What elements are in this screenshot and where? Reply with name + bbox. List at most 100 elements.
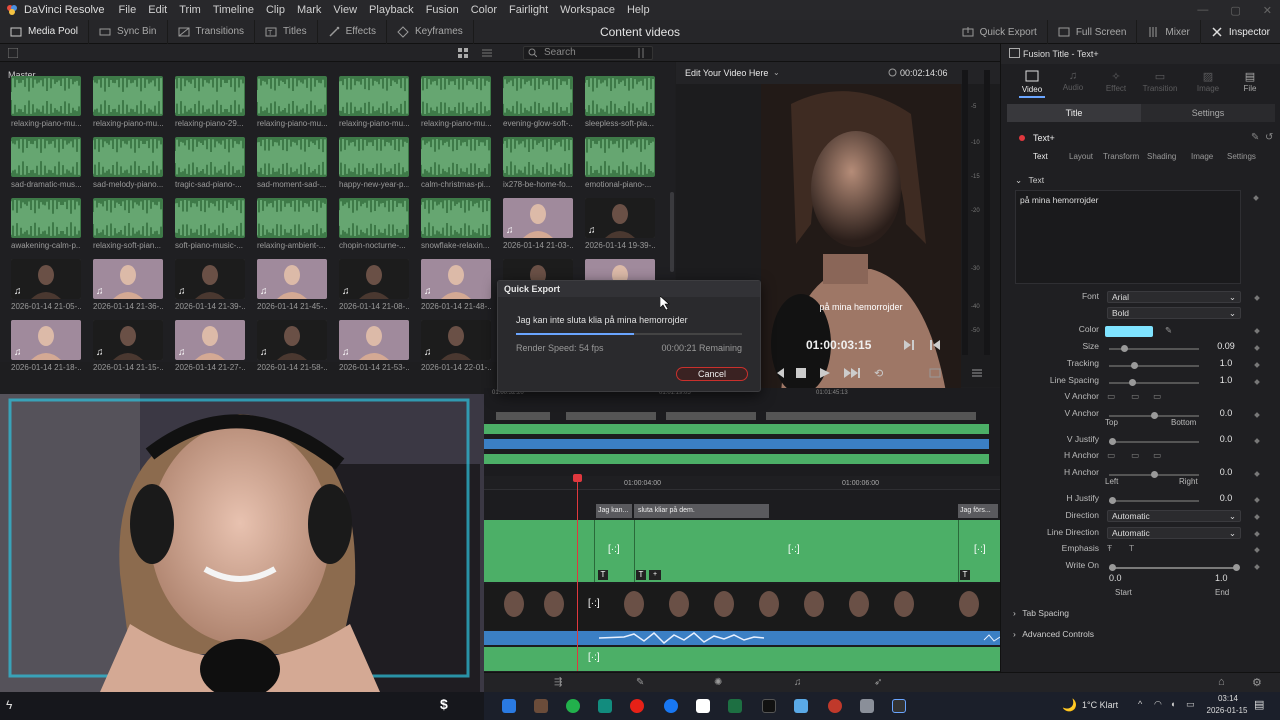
- video-clip[interactable]: ♫ 2026-01-14 21-27-...: [175, 320, 245, 372]
- tab-effect[interactable]: ✧ Effect: [1103, 70, 1129, 93]
- line-direction-dropdown[interactable]: Automatic ⌄: [1107, 527, 1241, 539]
- settings-gear-icon[interactable]: ⚙: [1252, 676, 1262, 689]
- keyframe-diamond-icon[interactable]: [1254, 412, 1260, 418]
- inspector-layout-icon[interactable]: [1009, 48, 1020, 58]
- menu-file[interactable]: File: [119, 4, 137, 16]
- audio-clip[interactable]: relaxing-soft-pian...: [93, 198, 163, 250]
- cancel-button[interactable]: Cancel: [676, 367, 748, 381]
- size-knob[interactable]: [1121, 345, 1128, 352]
- media-pool-scrollbar[interactable]: [670, 192, 674, 272]
- text-section-header[interactable]: ⌄ Text: [1015, 175, 1044, 186]
- video-clip[interactable]: ♫ 2026-01-14 21-45-...: [257, 259, 327, 311]
- edit-page-icon[interactable]: ✎: [636, 677, 644, 688]
- menu-fusion[interactable]: Fusion: [426, 4, 459, 16]
- play-icon[interactable]: [820, 368, 830, 378]
- align-center-icon[interactable]: ▭: [1131, 450, 1139, 461]
- music-track[interactable]: [·:]: [484, 647, 1000, 671]
- sort-icon[interactable]: [636, 48, 646, 58]
- align-left-icon[interactable]: ▭: [1107, 450, 1115, 461]
- transitions-button[interactable]: Transitions: [168, 19, 256, 44]
- video-clip[interactable]: ♫ 2026-01-14 21-18-...: [11, 320, 81, 372]
- audio-track[interactable]: [484, 631, 1000, 645]
- fairlight-page-icon[interactable]: ♫: [794, 677, 802, 688]
- h-justify-knob[interactable]: [1109, 497, 1116, 504]
- skip-next-icon[interactable]: [904, 340, 914, 350]
- text-input[interactable]: på mina hemorrojder: [1015, 190, 1241, 284]
- audio-clip[interactable]: relaxing-piano-29...: [175, 76, 245, 128]
- h-justify-value[interactable]: 0.0: [1211, 493, 1241, 503]
- video-clip[interactable]: ♫ 2026-01-14 21-05-...: [11, 259, 81, 311]
- audio-clip[interactable]: ix278-be-home-fo...: [503, 137, 573, 189]
- keyframe-diamond-icon[interactable]: [1254, 362, 1260, 368]
- audio-clip[interactable]: sleepless-soft-pia...: [585, 76, 655, 128]
- mini-clip[interactable]: [666, 412, 756, 420]
- write-on-range[interactable]: [1109, 564, 1240, 571]
- v-justify-slider[interactable]: [1109, 438, 1199, 445]
- effects-button[interactable]: Effects: [318, 19, 387, 44]
- write-on-start-knob[interactable]: [1109, 564, 1116, 571]
- h-anchor-value[interactable]: 0.0: [1211, 467, 1241, 477]
- audio-clip[interactable]: sad-dramatic-mus...: [11, 137, 81, 189]
- viewer-title[interactable]: Edit Your Video Here: [685, 68, 768, 78]
- edge-browser-icon[interactable]: [502, 699, 516, 713]
- tracking-value[interactable]: 1.0: [1211, 358, 1241, 368]
- audio-clip[interactable]: calm-christmas-pi...: [421, 137, 491, 189]
- strikethrough-icon[interactable]: Ŧ: [1107, 543, 1112, 553]
- subtitle-clip[interactable]: sluta kliar på dem.: [634, 504, 769, 518]
- keyframe-diamond-icon[interactable]: [1253, 195, 1259, 201]
- mini-track-video[interactable]: [484, 424, 989, 434]
- app-gray-icon[interactable]: [860, 699, 874, 713]
- speaker-icon[interactable]: ◖: [1170, 699, 1175, 709]
- tracking-knob[interactable]: [1131, 362, 1138, 369]
- align-bottom-icon[interactable]: ▭: [1153, 391, 1161, 402]
- menu-playback[interactable]: Playback: [369, 4, 414, 16]
- line-spacing-knob[interactable]: [1129, 379, 1136, 386]
- panel-toggle-icon[interactable]: [8, 48, 18, 58]
- maximize-icon[interactable]: ▢: [1230, 4, 1240, 17]
- menu-color[interactable]: Color: [471, 4, 497, 16]
- underline-icon[interactable]: T: [1129, 543, 1134, 553]
- record-app-icon[interactable]: [828, 699, 842, 713]
- fusion-brush-icon[interactable]: ✎: [1251, 132, 1259, 143]
- fast-forward-icon[interactable]: [844, 368, 860, 378]
- close-icon[interactable]: ✕: [1263, 4, 1272, 17]
- menu-fairlight[interactable]: Fairlight: [509, 4, 548, 16]
- video-clip[interactable]: ♫ 2026-01-14 21-48-...: [421, 259, 491, 311]
- davinci-taskbar-icon[interactable]: [892, 699, 906, 713]
- align-right-icon[interactable]: ▭: [1153, 450, 1161, 461]
- h-anchor-slider[interactable]: [1109, 471, 1199, 478]
- ntab-text[interactable]: Text: [1033, 152, 1048, 161]
- write-on-end-value[interactable]: 1.0: [1215, 573, 1228, 583]
- v-justify-knob[interactable]: [1109, 438, 1116, 445]
- tab-video[interactable]: Video: [1021, 70, 1043, 94]
- reset-icon[interactable]: ↺: [1265, 132, 1273, 143]
- eyedropper-icon[interactable]: ✎: [1165, 325, 1172, 336]
- menu-clip[interactable]: Clip: [266, 4, 285, 16]
- audio-clip[interactable]: sad-moment-sad-...: [257, 137, 327, 189]
- audio-clip[interactable]: relaxing-piano-mu...: [257, 76, 327, 128]
- menu-edit[interactable]: Edit: [148, 4, 167, 16]
- app-green-icon[interactable]: [566, 699, 580, 713]
- menu-icon[interactable]: [972, 368, 982, 378]
- rewind-icon[interactable]: [774, 368, 784, 378]
- video-clip[interactable]: ♫ 2026-01-14 21-15-...: [93, 320, 163, 372]
- wifi-icon[interactable]: ◠: [1154, 699, 1162, 710]
- keyframe-diamond-icon[interactable]: [1254, 438, 1260, 444]
- playhead-handle[interactable]: [573, 474, 582, 482]
- tiktok-icon[interactable]: [696, 699, 710, 713]
- home-icon[interactable]: ⌂: [1218, 676, 1225, 688]
- fusion-page-icon[interactable]: ✺: [714, 677, 722, 688]
- ntab-transform[interactable]: Transform: [1103, 152, 1139, 161]
- write-on-end-knob[interactable]: [1233, 564, 1240, 571]
- video-clip[interactable]: ♫ 2026-01-14 21-58-...: [257, 320, 327, 372]
- audio-clip[interactable]: happy-new-year-p...: [339, 137, 409, 189]
- explorer-icon[interactable]: [794, 699, 808, 713]
- audio-clip[interactable]: tragic-sad-piano-...: [175, 137, 245, 189]
- mini-clip[interactable]: [766, 412, 976, 420]
- v-anchor-value[interactable]: 0.0: [1211, 408, 1241, 418]
- audio-clip[interactable]: soft-piano-music-...: [175, 198, 245, 250]
- keyframe-diamond-icon[interactable]: [1254, 514, 1260, 520]
- audio-clip[interactable]: relaxing-piano-mu...: [93, 76, 163, 128]
- keyframe-diamond-icon[interactable]: [1254, 328, 1260, 334]
- keyframe-diamond-icon[interactable]: [1254, 379, 1260, 385]
